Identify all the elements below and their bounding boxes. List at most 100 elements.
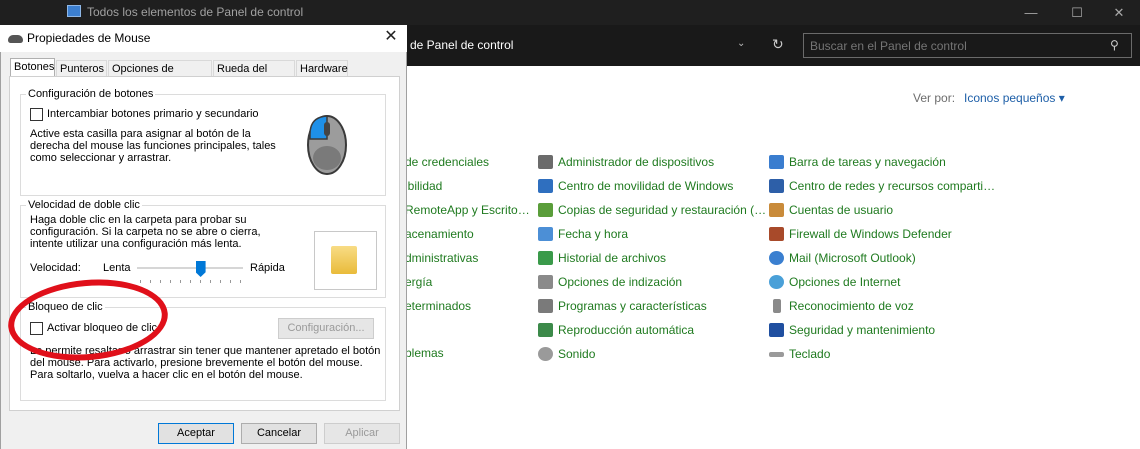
list-item-sound[interactable]: Sonido [538,345,595,363]
swap-buttons-checkbox[interactable] [30,108,43,121]
globe-icon [769,275,784,289]
test-folder-box[interactable] [314,231,377,290]
list-item-security[interactable]: Seguridad y mantenimiento [769,321,935,339]
speaker-icon [538,347,553,361]
tab-hardware[interactable]: Hardware [296,60,348,76]
indexing-icon [538,275,553,289]
list-item-mobility-center[interactable]: Centro de movilidad de Windows [538,177,733,195]
control-panel-titlebar: Todos los elementos de Panel de control … [0,0,1140,25]
fast-label: Rápida [250,262,285,274]
flag-icon [769,323,784,337]
taskbar-icon [769,155,784,169]
description-line: como seleccionar y arrastrar. [30,152,172,164]
list-item-autoplay[interactable]: Reproducción automática [538,321,694,339]
list-item[interactable]: de credenciales [405,153,489,171]
address-path[interactable]: de Panel de control [410,38,513,52]
apply-button[interactable]: Aplicar [324,423,400,444]
slider-tick [230,280,231,283]
list-item-internet-options[interactable]: Opciones de Internet [769,273,900,291]
list-item-programs[interactable]: Programas y características [538,297,707,315]
search-box[interactable] [803,33,1132,58]
slider-tick [140,280,141,283]
view-by-label: Ver por: [913,91,956,105]
minimize-icon[interactable]: — [1008,0,1054,25]
refresh-icon[interactable]: ↻ [772,36,784,53]
list-item-user-accounts[interactable]: Cuentas de usuario [769,201,893,219]
slider-ticks [140,280,241,283]
list-item-network[interactable]: Centro de redes y recursos comparti… [769,177,995,195]
chevron-down-icon[interactable]: ⌄ [737,38,745,49]
description-line: Haga doble clic en la carpeta para proba… [30,214,247,226]
maximize-icon[interactable]: ☐ [1054,0,1100,25]
group-title: Velocidad de doble clic [26,199,142,211]
control-panel-window-title: Todos los elementos de Panel de control [87,5,304,19]
tab-rueda[interactable]: Rueda del ratón [213,60,295,91]
group-title: Configuración de botones [26,88,156,100]
search-input[interactable] [810,37,1100,54]
dialog-title: Propiedades de Mouse [27,31,151,45]
tab-punteros[interactable]: Punteros [56,60,107,76]
slider-tick [180,280,181,283]
folder-icon[interactable] [331,246,357,274]
list-item-file-history[interactable]: Historial de archivos [538,249,666,267]
list-item[interactable]: RemoteApp y Escrito… [405,201,530,219]
close-icon[interactable]: ✕ [381,27,401,47]
network-icon [769,179,784,193]
mobility-center-icon [538,179,553,193]
users-icon [769,203,784,217]
description-line: configuración. Si la carpeta no se abre … [30,226,261,238]
slider-tick [170,280,171,283]
slider-tick [200,280,201,283]
list-item[interactable]: acenamiento [405,225,474,243]
list-item-backup[interactable]: Copias de seguridad y restauración (… [538,201,766,219]
slider-tick [190,280,191,283]
view-by-dropdown[interactable]: Iconos pequeños ▾ [964,91,1065,105]
list-item[interactable]: eterminados [405,297,471,315]
programs-icon [538,299,553,313]
keyboard-icon [769,351,784,357]
list-item[interactable]: ergía [405,273,432,291]
ok-button[interactable]: Aceptar [158,423,234,444]
tab-opciones-puntero[interactable]: Opciones de puntero [108,60,212,91]
file-history-icon [538,251,553,265]
list-item-taskbar[interactable]: Barra de tareas y navegación [769,153,946,171]
mouse-icon [8,35,23,43]
list-item-mail[interactable]: Mail (Microsoft Outlook) [769,249,916,267]
slider-tick [220,280,221,283]
description-line: derecha del mouse las funciones principa… [30,140,276,152]
search-icon[interactable]: ⚲ [1110,38,1119,52]
slider-tick [160,280,161,283]
slider-tick [240,280,241,283]
description-line: Para soltarlo, vuelva a hacer clic en el… [30,369,303,381]
speed-slider-track[interactable] [137,267,243,269]
mail-icon [769,251,784,265]
description-line: intente utilizar una configuración más l… [30,238,242,250]
device-manager-icon [538,155,553,169]
list-item[interactable]: blemas [405,344,444,362]
autoplay-icon [538,323,553,337]
swap-buttons-label[interactable]: Intercambiar botones primario y secundar… [47,108,259,121]
list-item-speech[interactable]: Reconocimiento de voz [769,297,914,315]
slider-tick [210,280,211,283]
list-item-device-manager[interactable]: Administrador de dispositivos [538,153,714,171]
speed-label: Velocidad: [30,262,81,274]
description-line: Active esta casilla para asignar al botó… [30,128,251,140]
mouse-illustration-icon [307,115,347,175]
list-item-indexing[interactable]: Opciones de indización [538,273,682,291]
click-lock-config-button[interactable]: Configuración... [278,318,374,339]
cancel-button[interactable]: Cancelar [241,423,317,444]
close-window-icon[interactable]: ✕ [1096,0,1140,25]
control-panel-icon [67,5,81,17]
list-item-keyboard[interactable]: Teclado [769,345,830,363]
tab-botones[interactable]: Botones [10,58,55,77]
firewall-icon [769,227,784,241]
slider-tick [150,280,151,283]
list-item[interactable]: dministrativas [405,249,478,267]
clock-icon [538,227,553,241]
list-item-firewall[interactable]: Firewall de Windows Defender [769,225,952,243]
list-item[interactable]: ibilidad [405,177,442,195]
backup-icon [538,203,553,217]
microphone-icon [773,299,781,313]
slow-label: Lenta [103,262,131,274]
list-item-date-time[interactable]: Fecha y hora [538,225,628,243]
